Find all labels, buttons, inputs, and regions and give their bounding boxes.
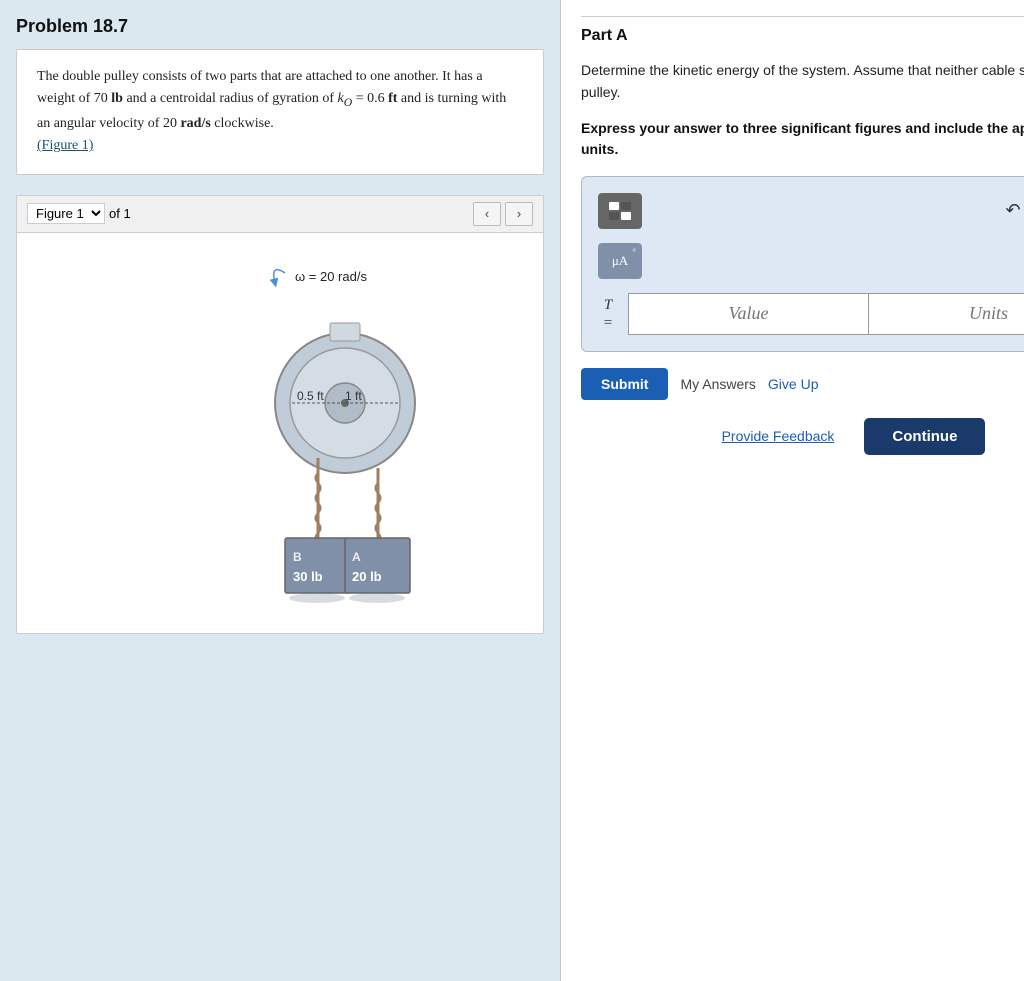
figure-select[interactable]: Figure 1 [27, 203, 105, 224]
figure-prev-btn[interactable]: ‹ [473, 202, 501, 226]
undo-btn[interactable]: ↶ [997, 195, 1024, 227]
part-instruction: Express your answer to three significant… [581, 118, 1024, 160]
svg-text:20 lb: 20 lb [352, 569, 382, 584]
figure-header: Figure 1 of 1 ‹ › [17, 196, 543, 233]
figure-link[interactable]: (Figure 1) [37, 138, 93, 153]
my-answers-label: My Answers [680, 376, 755, 392]
answer-input-row: T = [598, 293, 1024, 335]
mu-a-btn[interactable]: μA ° [598, 243, 642, 279]
submit-btn[interactable]: Submit [581, 368, 668, 400]
give-up-link[interactable]: Give Up [768, 376, 819, 392]
part-title: Part A [581, 16, 1024, 45]
figure-next-btn[interactable]: › [505, 202, 533, 226]
submit-row: Submit My Answers Give Up [581, 368, 1024, 400]
svg-text:ω = 20 rad/s: ω = 20 rad/s [295, 269, 367, 284]
part-description: Determine the kinetic energy of the syst… [581, 59, 1024, 104]
figure-content: ω = 20 rad/s 0.5 ft 1 ft [17, 233, 543, 633]
problem-statement: The double pulley consists of two parts … [16, 49, 544, 175]
units-input[interactable] [868, 293, 1024, 335]
figure-svg: ω = 20 rad/s 0.5 ft 1 ft [130, 243, 430, 623]
bottom-row: Provide Feedback Continue [581, 418, 1024, 455]
figure-section: Figure 1 of 1 ‹ › ω = 20 rad/s [16, 195, 544, 634]
grid-toolbar-btn[interactable] [598, 193, 642, 229]
answer-box: ↶ ↷ ↻ μA ° [581, 176, 1024, 352]
value-input[interactable] [628, 293, 868, 335]
provide-feedback-link[interactable]: Provide Feedback [722, 428, 835, 444]
svg-text:30 lb: 30 lb [293, 569, 323, 584]
answer-toolbar-row1: ↶ ↷ ↻ [598, 193, 1024, 229]
answer-toolbar-row2: μA ° ? [598, 243, 1024, 279]
answer-label: T = [598, 296, 618, 332]
problem-title: Problem 18.7 [16, 16, 544, 37]
continue-btn[interactable]: Continue [864, 418, 985, 455]
svg-text:B: B [293, 550, 302, 564]
figure-of-label: of 1 [109, 206, 131, 221]
svg-text:A: A [352, 550, 361, 564]
svg-text:0.5 ft: 0.5 ft [297, 389, 324, 403]
svg-text:1 ft: 1 ft [345, 389, 362, 403]
